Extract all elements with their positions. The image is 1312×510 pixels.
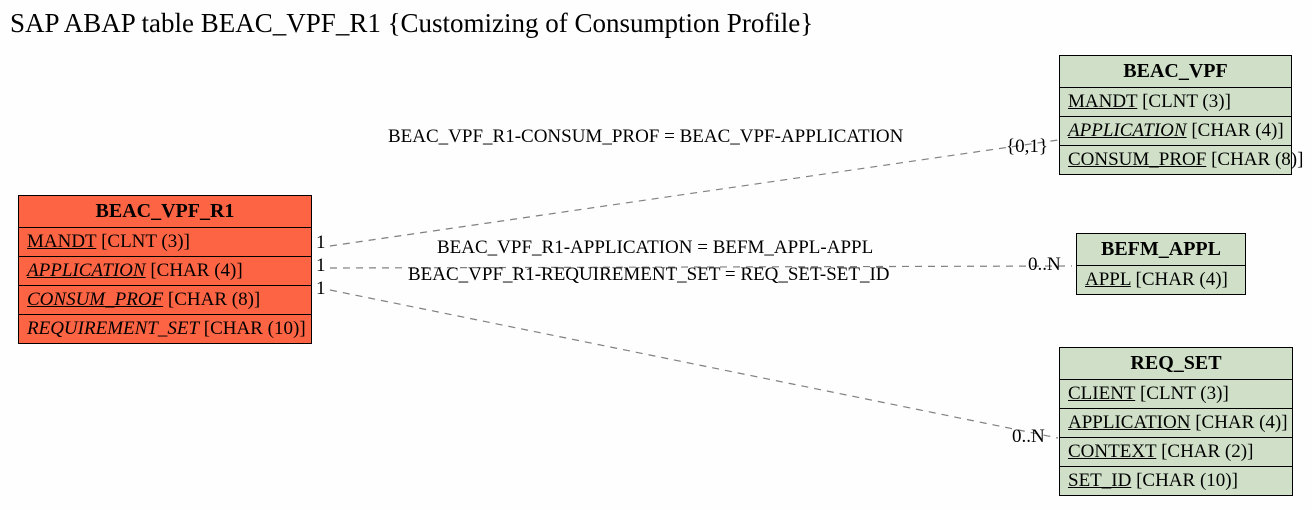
- relation-label: BEAC_VPF_R1-CONSUM_PROF = BEAC_VPF-APPLI…: [388, 126, 903, 148]
- entity-beac-vpf: BEAC_VPF MANDT [CLNT (3)] APPLICATION [C…: [1059, 55, 1292, 175]
- field-row: APPLICATION [CHAR (4)]: [1060, 409, 1292, 438]
- field-row: CLIENT [CLNT (3)]: [1060, 380, 1292, 409]
- relation-label: BEAC_VPF_R1-REQUIREMENT_SET = REQ_SET-SE…: [408, 264, 890, 286]
- cardinality-left: 1: [316, 278, 326, 300]
- field-row: REQUIREMENT_SET [CHAR (10)]: [19, 315, 311, 343]
- field-row: SET_ID [CHAR (10)]: [1060, 467, 1292, 495]
- cardinality-left: 1: [316, 255, 326, 277]
- entity-header: REQ_SET: [1060, 348, 1292, 380]
- field-row: APPL [CHAR (4)]: [1077, 266, 1245, 294]
- field-row: MANDT [CLNT (3)]: [1060, 88, 1291, 117]
- relation-label: BEAC_VPF_R1-APPLICATION = BEFM_APPL-APPL: [437, 237, 873, 259]
- field-row: APPLICATION [CHAR (4)]: [1060, 117, 1291, 146]
- field-row: MANDT [CLNT (3)]: [19, 228, 311, 257]
- entity-header: BEFM_APPL: [1077, 234, 1245, 266]
- field-row: CONSUM_PROF [CHAR (8)]: [19, 286, 311, 315]
- cardinality-right: 0..N: [1012, 426, 1045, 448]
- field-row: APPLICATION [CHAR (4)]: [19, 257, 311, 286]
- cardinality-right: {0,1}: [1006, 136, 1048, 158]
- entity-beac-vpf-r1: BEAC_VPF_R1 MANDT [CLNT (3)] APPLICATION…: [18, 195, 312, 344]
- entity-befm-appl: BEFM_APPL APPL [CHAR (4)]: [1076, 233, 1246, 295]
- page-title: SAP ABAP table BEAC_VPF_R1 {Customizing …: [10, 8, 813, 39]
- field-row: CONSUM_PROF [CHAR (8)]: [1060, 146, 1291, 174]
- field-row: CONTEXT [CHAR (2)]: [1060, 438, 1292, 467]
- entity-header: BEAC_VPF_R1: [19, 196, 311, 228]
- cardinality-right: 0..N: [1028, 254, 1061, 276]
- cardinality-left: 1: [316, 232, 326, 254]
- entity-req-set: REQ_SET CLIENT [CLNT (3)] APPLICATION [C…: [1059, 347, 1293, 496]
- entity-header: BEAC_VPF: [1060, 56, 1291, 88]
